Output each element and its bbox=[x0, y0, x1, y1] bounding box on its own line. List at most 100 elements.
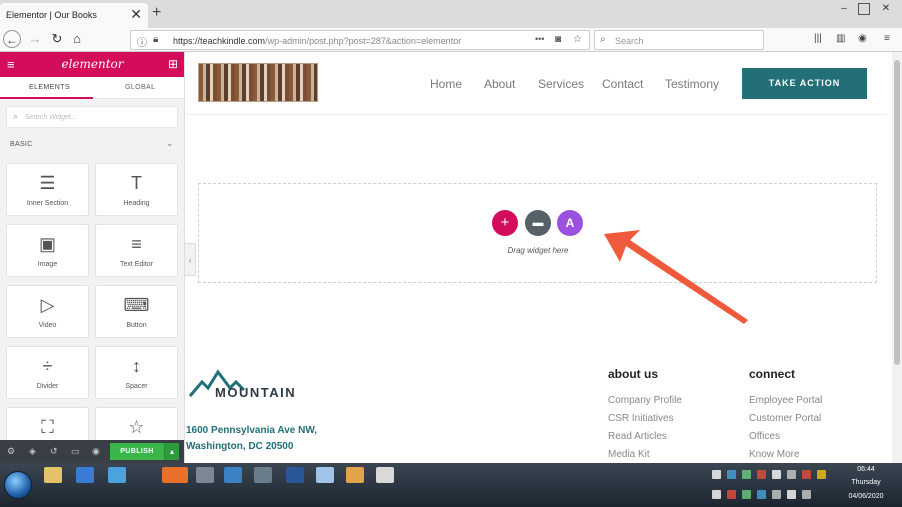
usb-icon[interactable] bbox=[787, 470, 796, 479]
flag-icon[interactable] bbox=[727, 490, 736, 499]
security-icon[interactable] bbox=[802, 470, 811, 479]
info-icon[interactable]: ⓘ bbox=[137, 34, 147, 49]
printer-icon[interactable] bbox=[772, 490, 781, 499]
responsive-mode-icon[interactable]: ▭ bbox=[71, 446, 80, 457]
settings-app-icon[interactable] bbox=[196, 467, 214, 483]
footer-link[interactable]: Media Kit bbox=[608, 449, 650, 460]
browser-nav-bar: ← → ↻ ⌂ ⓘ 🔒︎ https://teachkindle.com/wp-… bbox=[0, 28, 902, 52]
footer-link[interactable]: Know More bbox=[749, 449, 800, 460]
widget-card[interactable]: ☰ Inner Section bbox=[6, 163, 89, 216]
preview-eye-icon[interactable]: ◉ bbox=[92, 446, 100, 457]
browser-search-input[interactable]: ⌕ Search bbox=[594, 30, 764, 50]
clock-day: Thursday bbox=[851, 479, 881, 486]
forward-icon[interactable]: → bbox=[26, 30, 44, 48]
paint-icon[interactable] bbox=[346, 467, 364, 483]
widget-card[interactable]: ▣ Image bbox=[6, 224, 89, 277]
alert-icon[interactable] bbox=[757, 470, 766, 479]
windows-store-icon[interactable] bbox=[76, 467, 94, 483]
inner-section-icon: ☰ bbox=[39, 173, 56, 193]
clock-time[interactable]: 06:44 bbox=[836, 466, 896, 473]
add-template-folder-icon[interactable]: ▬ bbox=[525, 210, 551, 236]
address-line-2: Washington, DC 20500 bbox=[186, 441, 294, 452]
update-icon[interactable] bbox=[817, 470, 826, 479]
shield-icon[interactable] bbox=[742, 490, 751, 499]
nav-link-about[interactable]: About bbox=[484, 77, 515, 91]
bluetooth-icon[interactable] bbox=[727, 470, 736, 479]
new-tab-button[interactable]: + bbox=[152, 4, 161, 22]
tab-elements[interactable]: ELEMENTS bbox=[29, 84, 70, 91]
widget-label: Image bbox=[37, 261, 58, 268]
volume-icon[interactable] bbox=[787, 490, 796, 499]
library-icon[interactable]: ||| bbox=[814, 33, 822, 44]
footer-link[interactable]: Read Articles bbox=[608, 431, 667, 442]
publish-button[interactable]: PUBLISH bbox=[110, 443, 164, 460]
start-button-icon[interactable] bbox=[4, 471, 32, 499]
calculator-icon[interactable] bbox=[254, 467, 272, 483]
widget-card[interactable]: ÷ Divider bbox=[6, 346, 89, 399]
account-icon[interactable]: ◉ bbox=[858, 33, 867, 44]
footer-link[interactable]: Customer Portal bbox=[749, 413, 821, 424]
chat-icon[interactable] bbox=[757, 490, 766, 499]
nav-link-contact[interactable]: Contact bbox=[602, 77, 643, 91]
tab-global[interactable]: GLOBAL bbox=[125, 84, 155, 91]
panel-tabs: ELEMENTS GLOBAL bbox=[0, 77, 184, 99]
search-placeholder: Search bbox=[615, 36, 644, 46]
sidebar-icon[interactable]: ▥ bbox=[836, 33, 845, 44]
antivirus-icon[interactable] bbox=[742, 470, 751, 479]
minimize-icon[interactable]: – bbox=[838, 3, 850, 15]
word-icon[interactable] bbox=[286, 467, 304, 483]
file-explorer-icon[interactable] bbox=[44, 467, 62, 483]
widget-label: Inner Section bbox=[26, 200, 69, 207]
window-close-icon[interactable]: ✕ bbox=[880, 3, 892, 15]
widget-card[interactable]: ↕ Spacer bbox=[95, 346, 178, 399]
publish-options-icon[interactable]: ▴ bbox=[164, 443, 179, 460]
browser-tab-bar: Elementor | Our Books ✕ + – ✕ bbox=[0, 0, 902, 28]
settings-icon[interactable]: ⚙ bbox=[7, 446, 15, 457]
battery-icon[interactable] bbox=[712, 490, 721, 499]
menu-icon[interactable]: ≡ bbox=[884, 33, 890, 44]
browser-tab-active[interactable]: Elementor | Our Books ✕ bbox=[0, 3, 148, 28]
history-icon[interactable]: ↺ bbox=[50, 446, 58, 457]
panel-header: ≡ elementor ⊞ bbox=[0, 52, 184, 77]
page-actions-icon[interactable]: ••• bbox=[535, 34, 544, 44]
widget-label: Divider bbox=[36, 383, 59, 390]
collapse-panel-icon[interactable]: ‹ bbox=[185, 243, 196, 276]
footer-link[interactable]: Offices bbox=[749, 431, 780, 442]
nav-link-testimony[interactable]: Testimony bbox=[665, 77, 719, 91]
footer-link[interactable]: Employee Portal bbox=[749, 395, 822, 406]
widget-search-input[interactable]: ⌕ Search Widget... bbox=[6, 106, 178, 128]
nav-link-home[interactable]: Home bbox=[430, 77, 462, 91]
widget-card[interactable]: ≡ Text Editor bbox=[95, 224, 178, 277]
footer-link[interactable]: CSR Initiatives bbox=[608, 413, 674, 424]
maximize-icon[interactable] bbox=[858, 3, 870, 15]
widgets-grid-icon[interactable]: ⊞ bbox=[168, 57, 178, 71]
widget-card[interactable]: ▷ Video bbox=[6, 285, 89, 338]
chevron-down-icon[interactable]: ⌄ bbox=[166, 138, 174, 149]
home-icon[interactable]: ⌂ bbox=[68, 30, 86, 48]
scrollbar-thumb[interactable] bbox=[894, 60, 900, 365]
close-tab-icon[interactable]: ✕ bbox=[130, 7, 142, 21]
reload-icon[interactable]: ↻ bbox=[48, 30, 66, 48]
mail-icon[interactable] bbox=[224, 467, 242, 483]
photos-icon[interactable] bbox=[316, 467, 334, 483]
add-new-section-button[interactable]: + bbox=[492, 210, 518, 236]
firefox-icon[interactable] bbox=[162, 467, 188, 483]
addon-kit-icon[interactable]: A bbox=[557, 210, 583, 236]
display-icon[interactable] bbox=[802, 490, 811, 499]
network-icon[interactable] bbox=[712, 470, 721, 479]
category-title[interactable]: BASIC bbox=[10, 141, 33, 148]
back-icon[interactable]: ← bbox=[3, 30, 21, 48]
document-icon[interactable] bbox=[376, 467, 394, 483]
widget-card[interactable]: ⌨ Button bbox=[95, 285, 178, 338]
take-action-button[interactable]: TAKE ACTION bbox=[742, 68, 867, 99]
pocket-icon[interactable]: ◙ bbox=[555, 34, 561, 45]
internet-explorer-icon[interactable] bbox=[108, 467, 126, 483]
navigator-icon[interactable]: ◈ bbox=[29, 446, 36, 457]
address-bar[interactable]: ⓘ 🔒︎ https://teachkindle.com/wp-admin/po… bbox=[130, 30, 590, 50]
bookmark-star-icon[interactable]: ☆ bbox=[573, 34, 582, 45]
cloud-icon[interactable] bbox=[772, 470, 781, 479]
footer-link[interactable]: Company Profile bbox=[608, 395, 682, 406]
nav-link-services[interactable]: Services bbox=[538, 77, 584, 91]
site-logo-books-image[interactable] bbox=[198, 63, 318, 102]
widget-card[interactable]: T Heading bbox=[95, 163, 178, 216]
